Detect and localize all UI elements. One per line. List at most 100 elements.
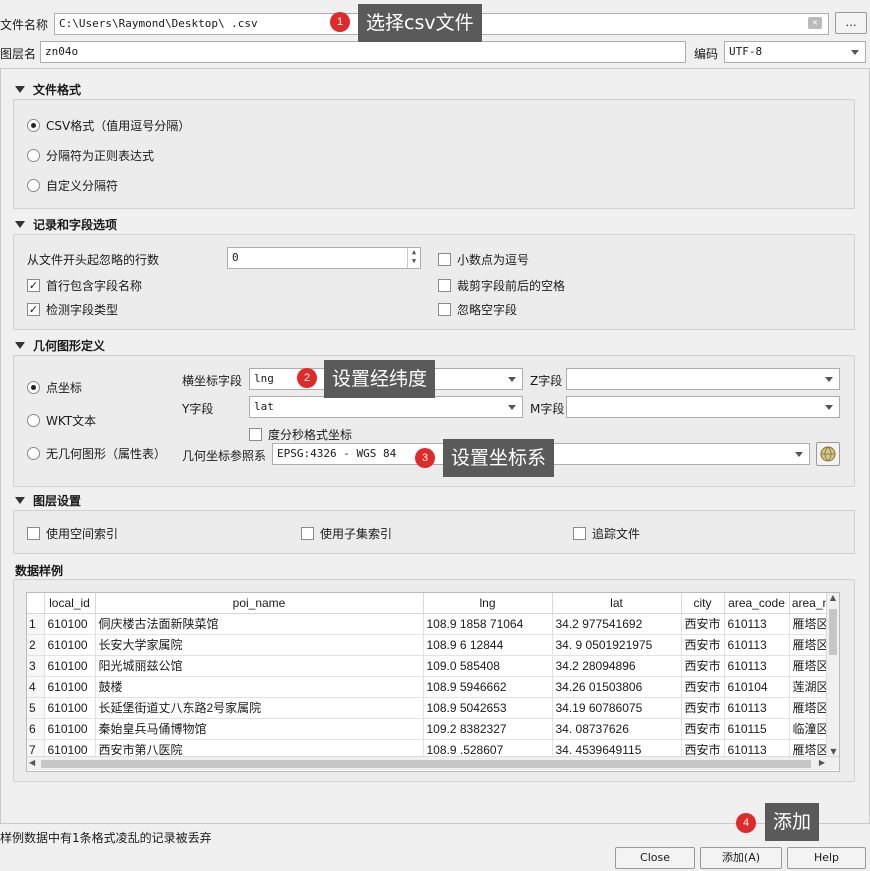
- browse-button[interactable]: …: [835, 12, 867, 34]
- checkbox-first-row-header[interactable]: ✓ 首行包含字段名称: [27, 277, 142, 294]
- table-row[interactable]: 2 610100 长安大学家属院 108.9 6 12844 34. 9 0501921…: [27, 634, 833, 656]
- checkbox-subset-index[interactable]: 使用子集索引: [301, 525, 392, 542]
- radio-custom[interactable]: 自定义分隔符: [27, 177, 118, 194]
- table-row[interactable]: 1 610100 侗庆楼古法面新陕菜馆 108.9 1858 71064 34.2 97…: [27, 613, 833, 635]
- column-header[interactable]: area_code: [724, 593, 790, 614]
- table-cell: 长安大学家属院: [95, 634, 424, 656]
- m-field-select[interactable]: [566, 396, 840, 418]
- table-cell: 34. 08737626: [552, 718, 682, 740]
- checkbox-empty: [27, 527, 40, 540]
- chevron-down-icon: [508, 405, 516, 410]
- column-header[interactable]: local_id: [44, 593, 96, 614]
- column-header[interactable]: lng: [423, 593, 553, 614]
- table-cell: 610115: [724, 718, 790, 740]
- file-format-header[interactable]: 文件格式: [15, 81, 81, 98]
- sample-data-table[interactable]: local_id poi_name lng lat city area_code area_…: [27, 593, 833, 761]
- status-message: 样例数据中有1条格式凌乱的记录被丢弃: [0, 831, 212, 845]
- table-cell: 34.19 60786075: [552, 697, 682, 719]
- layer-name-input[interactable]: zn04o: [40, 41, 686, 63]
- record-options-title: 记录和字段选项: [33, 218, 118, 232]
- table-cell: 610100: [44, 613, 96, 635]
- skip-lines-value: 0: [232, 251, 239, 264]
- table-horizontal-scrollbar[interactable]: ◀ ▶: [27, 756, 839, 770]
- collapse-arrow-icon: [15, 86, 25, 93]
- checkbox-discard-empty[interactable]: 忽略空字段: [438, 301, 517, 318]
- column-header[interactable]: city: [681, 593, 725, 614]
- checkbox-empty: [573, 527, 586, 540]
- scroll-right-icon[interactable]: ▶: [819, 758, 825, 767]
- y-field-label: Y字段: [182, 402, 214, 416]
- column-header[interactable]: poi_name: [95, 593, 424, 614]
- globe-icon: [820, 446, 836, 462]
- radio-wkt-label: WKT文本: [46, 414, 97, 428]
- layer-settings-header[interactable]: 图层设置: [15, 492, 81, 509]
- skip-lines-spinbox[interactable]: 0 ▲ ▼: [227, 247, 421, 269]
- radio-custom-label: 自定义分隔符: [46, 179, 119, 193]
- radio-csv[interactable]: CSV格式（值用逗号分隔）: [27, 117, 190, 134]
- row-number: 2: [27, 634, 45, 656]
- radio-wkt[interactable]: WKT文本: [27, 412, 96, 429]
- y-field-select[interactable]: lat: [249, 396, 523, 418]
- radio-dot: [27, 414, 40, 427]
- annotation-callout-2: 设置经纬度: [324, 360, 436, 398]
- first-row-header-label: 首行包含字段名称: [46, 279, 143, 293]
- checkbox-trim-fields[interactable]: 裁剪字段前后的空格: [438, 277, 565, 294]
- column-header[interactable]: lat: [552, 593, 682, 614]
- radio-point-label: 点坐标: [46, 381, 83, 395]
- row-number: 5: [27, 697, 45, 719]
- row-number: 4: [27, 676, 45, 698]
- add-button[interactable]: 添加(A): [700, 847, 782, 869]
- decimal-comma-label: 小数点为逗号: [457, 253, 530, 267]
- close-button[interactable]: Close: [615, 847, 695, 869]
- table-cell: 610104: [724, 676, 790, 698]
- column-header[interactable]: [27, 593, 45, 614]
- table-cell: 610113: [724, 655, 790, 677]
- scrollbar-thumb[interactable]: [41, 760, 811, 768]
- collapse-arrow-icon: [15, 342, 25, 349]
- spin-arrows-icon[interactable]: ▲ ▼: [407, 248, 420, 268]
- table-row[interactable]: 6 610100 秦始皇兵马俑博物馆 109.2 8382327 34. 0873762…: [27, 718, 833, 740]
- scrollbar-thumb[interactable]: [829, 609, 837, 655]
- collapse-arrow-icon: [15, 497, 25, 504]
- checkbox-empty: [438, 253, 451, 266]
- table-vertical-scrollbar[interactable]: ▲ ▼: [826, 593, 839, 756]
- checkbox-dms[interactable]: 度分秒格式坐标: [249, 426, 352, 443]
- table-cell: 109.2 8382327: [423, 718, 553, 740]
- table-row[interactable]: 5 610100 长延堡街道丈八东路2号家属院 108.9 5042653 34.19 …: [27, 697, 833, 719]
- table-row[interactable]: 4 610100 鼓楼 108.9 5946662 34.26 01503806 西安市 6…: [27, 676, 833, 698]
- annotation-callout-4: 添加: [765, 803, 820, 841]
- radio-regex[interactable]: 分隔符为正则表达式: [27, 147, 154, 164]
- checkbox-watch-file[interactable]: 追踪文件: [573, 525, 640, 542]
- scroll-down-icon[interactable]: ▼: [827, 747, 840, 756]
- radio-dot: [27, 179, 40, 192]
- chevron-down-icon: [795, 452, 803, 457]
- table-cell: 610113: [724, 634, 790, 656]
- checkbox-detect-types[interactable]: ✓ 检测字段类型: [27, 301, 118, 318]
- radio-no-geometry[interactable]: 无几何图形（属性表）: [27, 445, 166, 462]
- crs-selector-button[interactable]: [816, 442, 840, 466]
- clear-icon[interactable]: ✕: [808, 17, 822, 29]
- checkbox-spatial-index[interactable]: 使用空间索引: [27, 525, 118, 542]
- encoding-value: UTF-8: [729, 45, 763, 58]
- file-format-title: 文件格式: [33, 83, 82, 97]
- table-cell: 34.26 01503806: [552, 676, 682, 698]
- encoding-select[interactable]: UTF-8: [724, 41, 866, 63]
- table-cell: 西安市: [681, 634, 725, 656]
- scroll-up-icon[interactable]: ▲: [827, 593, 839, 602]
- discard-empty-label: 忽略空字段: [457, 303, 518, 317]
- layer-name-label: 图层名: [0, 47, 37, 61]
- subset-index-label: 使用子集索引: [320, 527, 393, 541]
- geometry-header[interactable]: 几何图形定义: [15, 337, 105, 354]
- radio-point[interactable]: 点坐标: [27, 379, 82, 396]
- record-options-header[interactable]: 记录和字段选项: [15, 216, 117, 233]
- radio-dot: [27, 149, 40, 162]
- scroll-left-icon[interactable]: ◀: [29, 758, 35, 767]
- table-row[interactable]: 3 610100 阳光城丽兹公馆 109.0 585408 34.2 28094896 西…: [27, 655, 833, 677]
- checkbox-decimal-comma[interactable]: 小数点为逗号: [438, 251, 529, 268]
- table-cell: 610100: [44, 676, 96, 698]
- table-cell: 108.9 1858 71064: [423, 613, 553, 635]
- chevron-down-icon: [825, 377, 833, 382]
- z-field-select[interactable]: [566, 368, 840, 390]
- checkbox-empty: [438, 303, 451, 316]
- help-button[interactable]: Help: [787, 847, 866, 869]
